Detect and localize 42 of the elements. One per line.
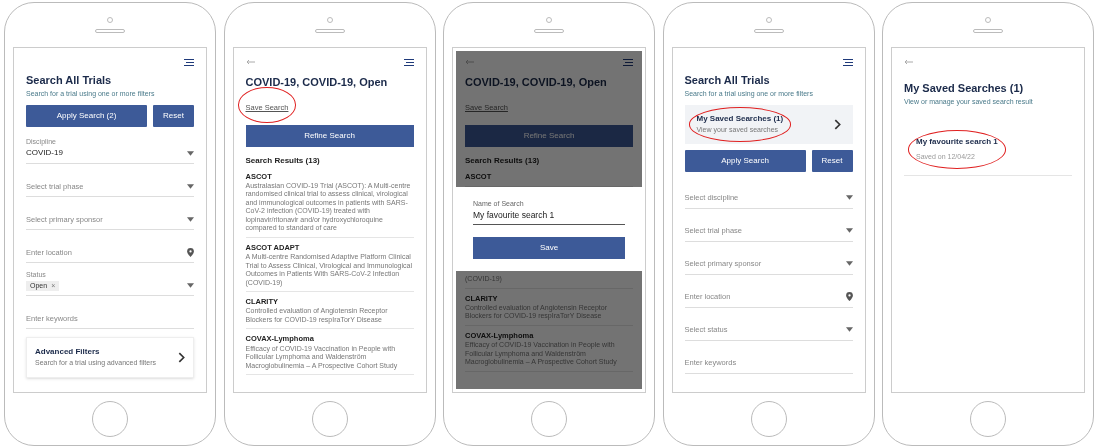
save-button[interactable]: Save [473, 237, 625, 259]
caret-icon [187, 283, 194, 289]
results-heading: Search Results (13) [465, 154, 541, 167]
results-heading: Search Results (13) [245, 154, 321, 167]
screen-title: Search All Trials [684, 73, 771, 88]
screen-title: COVID-19, COVID-19, Open [465, 75, 608, 90]
speaker-slot [314, 29, 345, 33]
menu-icon[interactable] [403, 58, 414, 66]
speaker-slot [753, 29, 784, 33]
action-button[interactable]: Reset [811, 149, 853, 172]
caret-icon [845, 327, 853, 333]
back-arrow-icon[interactable] [245, 59, 255, 65]
screen-title: COVID-19, COVID-19, Open [245, 75, 389, 90]
menu-icon[interactable] [842, 58, 853, 66]
refine-search-button[interactable]: Refine Search [245, 124, 414, 147]
speaker-slot [973, 29, 1003, 33]
card-title: Advanced Filters [35, 346, 101, 358]
speaker-slot [95, 29, 125, 33]
menu-icon[interactable] [184, 58, 194, 66]
saved-search-title: My favourite search 1 [916, 136, 998, 148]
speaker-slot [534, 29, 564, 33]
refine-search-button[interactable]: Refine Search [465, 124, 633, 147]
screen-title: Search All Trials [26, 73, 113, 88]
caret-icon [187, 216, 194, 222]
back-arrow-icon[interactable] [465, 59, 474, 65]
action-button[interactable]: Apply Search (2) [26, 105, 148, 127]
action-button[interactable]: Reset [153, 105, 194, 127]
chevron-right-icon [833, 118, 841, 130]
caret-icon [845, 228, 853, 234]
search-name-field[interactable]: My favourite search 1 [473, 209, 625, 225]
location-pin-icon [845, 292, 853, 302]
card-title: My Saved Searches (1) [696, 113, 784, 125]
back-arrow-icon[interactable] [904, 59, 913, 65]
screen-title: My Saved Searches (1) [904, 81, 1025, 96]
chevron-right-icon [178, 351, 185, 363]
caret-icon [845, 261, 853, 267]
caret-icon [845, 195, 853, 201]
location-pin-icon [187, 247, 194, 257]
caret-icon [187, 150, 194, 156]
caret-icon [187, 183, 194, 189]
action-button[interactable]: Apply Search [684, 149, 806, 172]
field-value: COVID-19 [26, 147, 63, 159]
